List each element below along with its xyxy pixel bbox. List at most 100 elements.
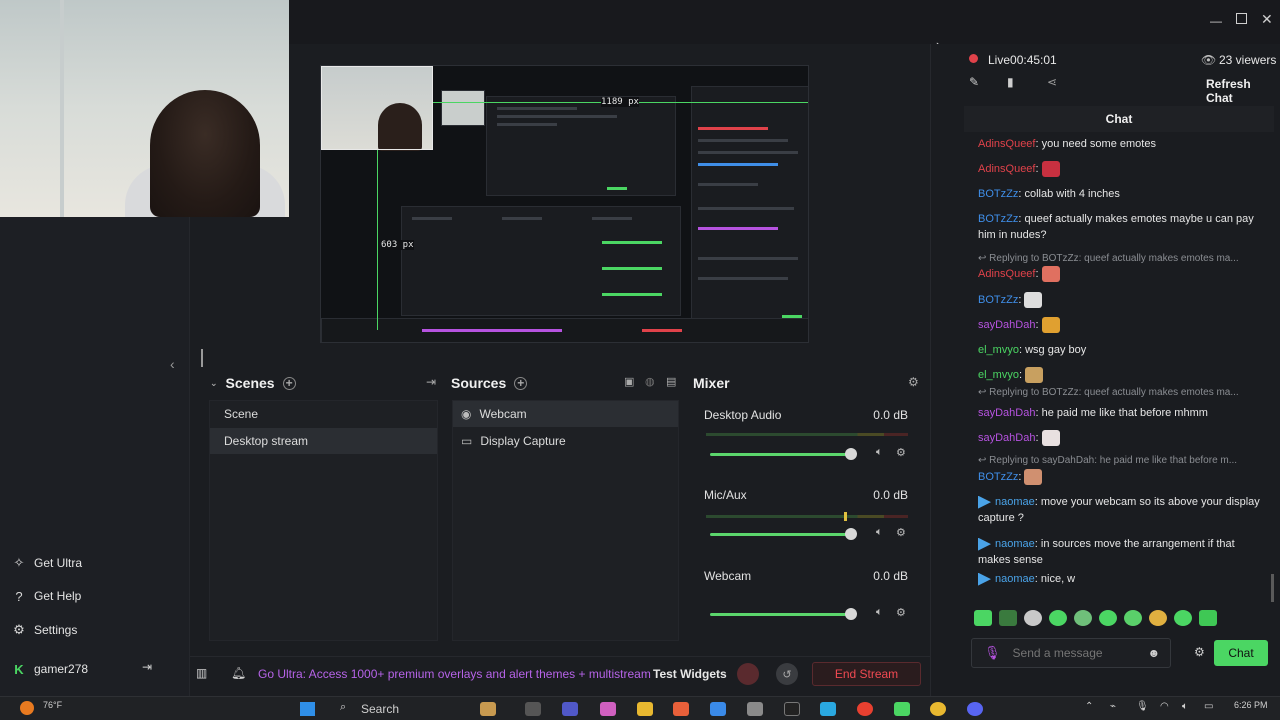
emote-icon[interactable] (1199, 610, 1217, 626)
chevron-down-icon[interactable]: ⌄ (210, 378, 218, 389)
source-item[interactable]: ▭ Display Capture (453, 428, 678, 454)
mixer-settings-icon[interactable]: ⚙ (908, 375, 919, 389)
chat-username[interactable]: BOTzZz (978, 188, 1018, 200)
chat-username[interactable]: naomae (995, 573, 1035, 585)
notification-icon[interactable]: 🔔︎ (231, 666, 246, 680)
source-layout-icon[interactable]: ▣ (624, 375, 634, 388)
channel-settings-icon[interactable]: ⚙ (896, 446, 906, 459)
scene-transition-icon[interactable]: ⇥ (426, 375, 436, 389)
chat-input[interactable] (1012, 646, 1148, 660)
sidebar-user[interactable]: K gamer278 (12, 657, 88, 681)
add-source-icon[interactable]: + (514, 376, 528, 390)
selection-box[interactable] (321, 66, 433, 150)
stats-icon[interactable]: ▥ (196, 666, 207, 680)
kick-studio-icon[interactable] (894, 702, 910, 716)
sidebar-item-get-help[interactable]: ? Get Help (12, 584, 81, 608)
teams-icon[interactable] (562, 702, 578, 716)
edge-icon[interactable] (820, 702, 836, 716)
emote-icon[interactable] (1049, 610, 1067, 626)
stream-preview[interactable]: 1189 px 603 px (320, 65, 809, 343)
collapse-left-icon[interactable]: ‹ (170, 356, 175, 372)
share-icon[interactable]: ⋖ (1047, 75, 1057, 89)
microphone-icon[interactable]: 🎙︎ (984, 645, 1001, 661)
speaker-icon[interactable]: 🔈︎ (876, 446, 883, 459)
channel-settings-icon[interactable]: ⚙ (896, 606, 906, 619)
sidebar-item-settings[interactable]: ⚙ Settings (12, 618, 77, 642)
source-group-icon[interactable]: ◍ (645, 375, 655, 388)
emote-icon[interactable] (999, 610, 1017, 626)
chat-username[interactable]: AdinsQueef (978, 138, 1035, 150)
copilot-icon[interactable] (600, 702, 616, 716)
send-chat-button[interactable]: Chat (1214, 640, 1268, 666)
volume-slider[interactable] (710, 453, 855, 456)
chat-input-box[interactable]: 🎙︎ ☻ (971, 638, 1171, 668)
network-icon[interactable]: ⌁ (1110, 701, 1116, 712)
maximize-icon[interactable] (1236, 13, 1247, 24)
speaker-icon[interactable]: 🔈︎ (876, 526, 883, 539)
refresh-chat-button[interactable]: Refresh Chat (1206, 77, 1280, 105)
chat-username[interactable]: sayDahDah (978, 319, 1035, 331)
taskbar-app-icon[interactable] (857, 702, 873, 716)
channel-settings-icon[interactable]: ⚙ (896, 526, 906, 539)
notion-icon[interactable] (784, 702, 800, 716)
chat-username[interactable]: sayDahDah (978, 407, 1035, 419)
add-scene-icon[interactable]: + (282, 376, 296, 390)
minimize-icon[interactable]: — (1210, 14, 1222, 28)
emote-icon[interactable] (1124, 610, 1142, 626)
volume-icon[interactable]: 🔈︎ (1182, 701, 1188, 712)
end-stream-button[interactable]: End Stream (812, 662, 921, 686)
splitter-handle[interactable] (201, 349, 203, 367)
chat-scrollbar[interactable] (1271, 574, 1274, 602)
chat-username[interactable]: AdinsQueef (978, 163, 1035, 175)
volume-slider-handle[interactable] (845, 608, 857, 620)
chrome-icon[interactable] (930, 702, 946, 716)
volume-slider[interactable] (710, 533, 855, 536)
firefox-icon[interactable] (673, 702, 689, 716)
chat-settings-icon[interactable]: ⚙ (1194, 645, 1205, 659)
emote-icon[interactable] (1099, 610, 1117, 626)
chat-username[interactable]: naomae (995, 496, 1035, 508)
record-button[interactable] (737, 663, 759, 685)
emote-icon[interactable] (974, 610, 992, 626)
windows-start-icon[interactable] (300, 702, 315, 716)
battery-icon[interactable]: ▭ (1204, 701, 1213, 712)
file-explorer-icon[interactable] (637, 702, 653, 716)
volume-slider[interactable] (710, 613, 855, 616)
emote-icon[interactable] (1149, 610, 1167, 626)
test-widgets-button[interactable]: Test Widgets (653, 667, 727, 681)
source-item-selected[interactable]: ◉ Webcam (453, 401, 678, 427)
search-icon[interactable]: ⌕ (340, 701, 346, 714)
dropbox-icon[interactable] (747, 702, 763, 716)
chat-username[interactable]: sayDahDah (978, 432, 1035, 444)
emote-icon[interactable] (1024, 610, 1042, 626)
chat-username[interactable]: el_mvyo (978, 369, 1019, 381)
chat-username[interactable]: AdinsQueef (978, 268, 1035, 280)
task-view-icon[interactable] (525, 702, 541, 716)
taskbar-search[interactable]: Search (361, 702, 399, 716)
speaker-icon[interactable]: 🔈︎ (876, 606, 883, 619)
chat-username[interactable]: BOTzZz (978, 471, 1018, 483)
go-ultra-link[interactable]: Go Ultra: Access 1000+ premium overlays … (258, 667, 651, 681)
chat-username[interactable]: naomae (995, 538, 1035, 550)
chat-username[interactable]: BOTzZz (978, 294, 1018, 306)
mail-icon[interactable] (710, 702, 726, 716)
volume-slider-handle[interactable] (845, 528, 857, 540)
close-icon[interactable]: ✕ (1261, 11, 1273, 28)
tray-mic-icon[interactable]: 🎙︎ (1136, 701, 1149, 712)
emote-icon[interactable] (1174, 610, 1192, 626)
sidebar-item-get-ultra[interactable]: ✧ Get Ultra (12, 551, 82, 575)
emote-icon[interactable] (1074, 610, 1092, 626)
chat-username[interactable]: BOTzZz (978, 213, 1018, 225)
edit-icon[interactable]: ✎ (969, 75, 979, 89)
scene-item[interactable]: Scene (210, 401, 437, 427)
replay-buffer-icon[interactable]: ↺ (776, 663, 798, 685)
taskbar-clock[interactable]: 6:26 PM (1234, 700, 1268, 710)
tray-chevron-icon[interactable]: ⌃ (1085, 701, 1093, 712)
volume-slider-handle[interactable] (845, 448, 857, 460)
discord-icon[interactable] (967, 702, 983, 716)
wifi-icon[interactable]: ◠ (1160, 701, 1169, 712)
taskbar-app-icon[interactable] (480, 702, 496, 716)
logout-icon[interactable]: ⇥ (142, 660, 152, 674)
scene-item-selected[interactable]: Desktop stream (210, 428, 437, 454)
chat-username[interactable]: el_mvyo (978, 344, 1019, 356)
